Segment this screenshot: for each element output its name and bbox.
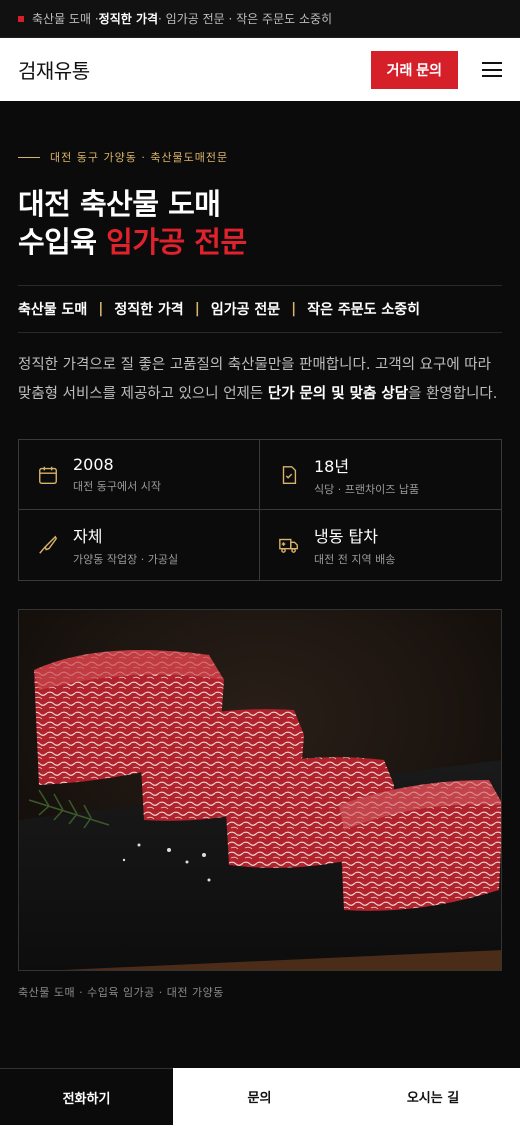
top-banner: 축산물 도매 · 정직한 가격 · 임가공 전문 · 작은 주문도 소중히	[0, 0, 520, 38]
directions-button[interactable]: 오시는 길	[346, 1068, 520, 1125]
description-highlight: 단가 문의 및 맞춤 상담	[267, 386, 409, 402]
hero-section: 대전 동구 가양동 · 축산물도매전문 대전 축산물 도매 수입육 임가공 전문…	[0, 101, 520, 1000]
stats-grid: 2008 대전 동구에서 시작 18년식당 · 프랜차이즈 납품 자체가양동 작업…	[18, 439, 502, 581]
inquiry-nav-button[interactable]: 문의	[173, 1068, 346, 1125]
eyebrow-line	[18, 156, 40, 158]
hero-eyebrow: 대전 동구 가양동 · 축산물도매전문	[18, 149, 502, 165]
tag-item: 임가공 전문	[210, 302, 281, 318]
stat-delivery: 냉동 탑차대전 전 지역 배송	[260, 510, 501, 580]
red-square-marker	[18, 15, 24, 22]
stat-value: 2008	[73, 455, 114, 474]
tag-separator: |	[194, 301, 200, 317]
divider	[18, 332, 502, 333]
brand-logo[interactable]: 검재유통	[18, 55, 90, 84]
intro-description: 정직한 가격으로 질 좋은 고품질의 축산물만을 판매합니다. 고객의 요구에 …	[18, 357, 498, 402]
stat-sub: 가양동 작업장 · 가공실	[73, 553, 179, 566]
banner-text-highlight: 정직한 가격	[98, 12, 159, 26]
hero-title-accent: 임가공 전문	[106, 225, 247, 259]
tag-separator: |	[98, 301, 104, 317]
stat-value: 냉동 탑차	[314, 527, 378, 546]
document-check-icon	[282, 465, 297, 484]
photo-caption: 축산물 도매 · 수입육 임가공 · 대전 가양동	[18, 986, 224, 999]
feature-tags: 축산물 도매 | 정직한 가격 | 임가공 전문 | 작은 주문도 소중히	[18, 286, 502, 332]
stat-sub: 대전 전 지역 배송	[314, 553, 396, 566]
tag-item: 축산물 도매	[18, 302, 88, 318]
eyebrow-text: 대전 동구 가양동 · 축산물도매전문	[50, 151, 229, 164]
calendar-icon	[39, 466, 57, 484]
hero-title-line1: 대전 축산물 도매	[18, 187, 221, 221]
stat-founded: 2008 대전 동구에서 시작	[19, 440, 260, 510]
tag-item: 정직한 가격	[114, 302, 184, 318]
truck-icon	[279, 538, 298, 553]
hero-title-line2: 수입육	[18, 225, 107, 259]
stat-value: 18년	[314, 456, 350, 476]
knife-icon	[39, 535, 58, 554]
bottom-navigation: 전화하기 문의 오시는 길	[0, 1068, 520, 1125]
tag-item: 작은 주문도 소중히	[307, 302, 421, 318]
hero-title: 대전 축산물 도매 수입육 임가공 전문	[18, 185, 502, 261]
tag-separator: |	[291, 301, 297, 317]
stat-years: 18년식당 · 프랜차이즈 납품	[260, 440, 501, 510]
banner-text-2: · 임가공 전문 · 작은 주문도 소중히	[158, 12, 333, 26]
stat-sub: 대전 동구에서 시작	[73, 480, 161, 493]
call-button[interactable]: 전화하기	[0, 1068, 173, 1125]
stat-sub: 식당 · 프랜차이즈 납품	[314, 482, 420, 496]
stat-value: 자체	[73, 527, 103, 546]
banner-text-1: 축산물 도매 ·	[32, 12, 99, 26]
inquiry-button[interactable]: 거래 문의	[370, 50, 458, 89]
meat-product-photo	[18, 609, 502, 971]
stat-workshop: 자체가양동 작업장 · 가공실	[19, 510, 260, 580]
site-header: 검재유통 거래 문의	[0, 38, 520, 101]
hamburger-menu-icon[interactable]	[482, 62, 502, 77]
